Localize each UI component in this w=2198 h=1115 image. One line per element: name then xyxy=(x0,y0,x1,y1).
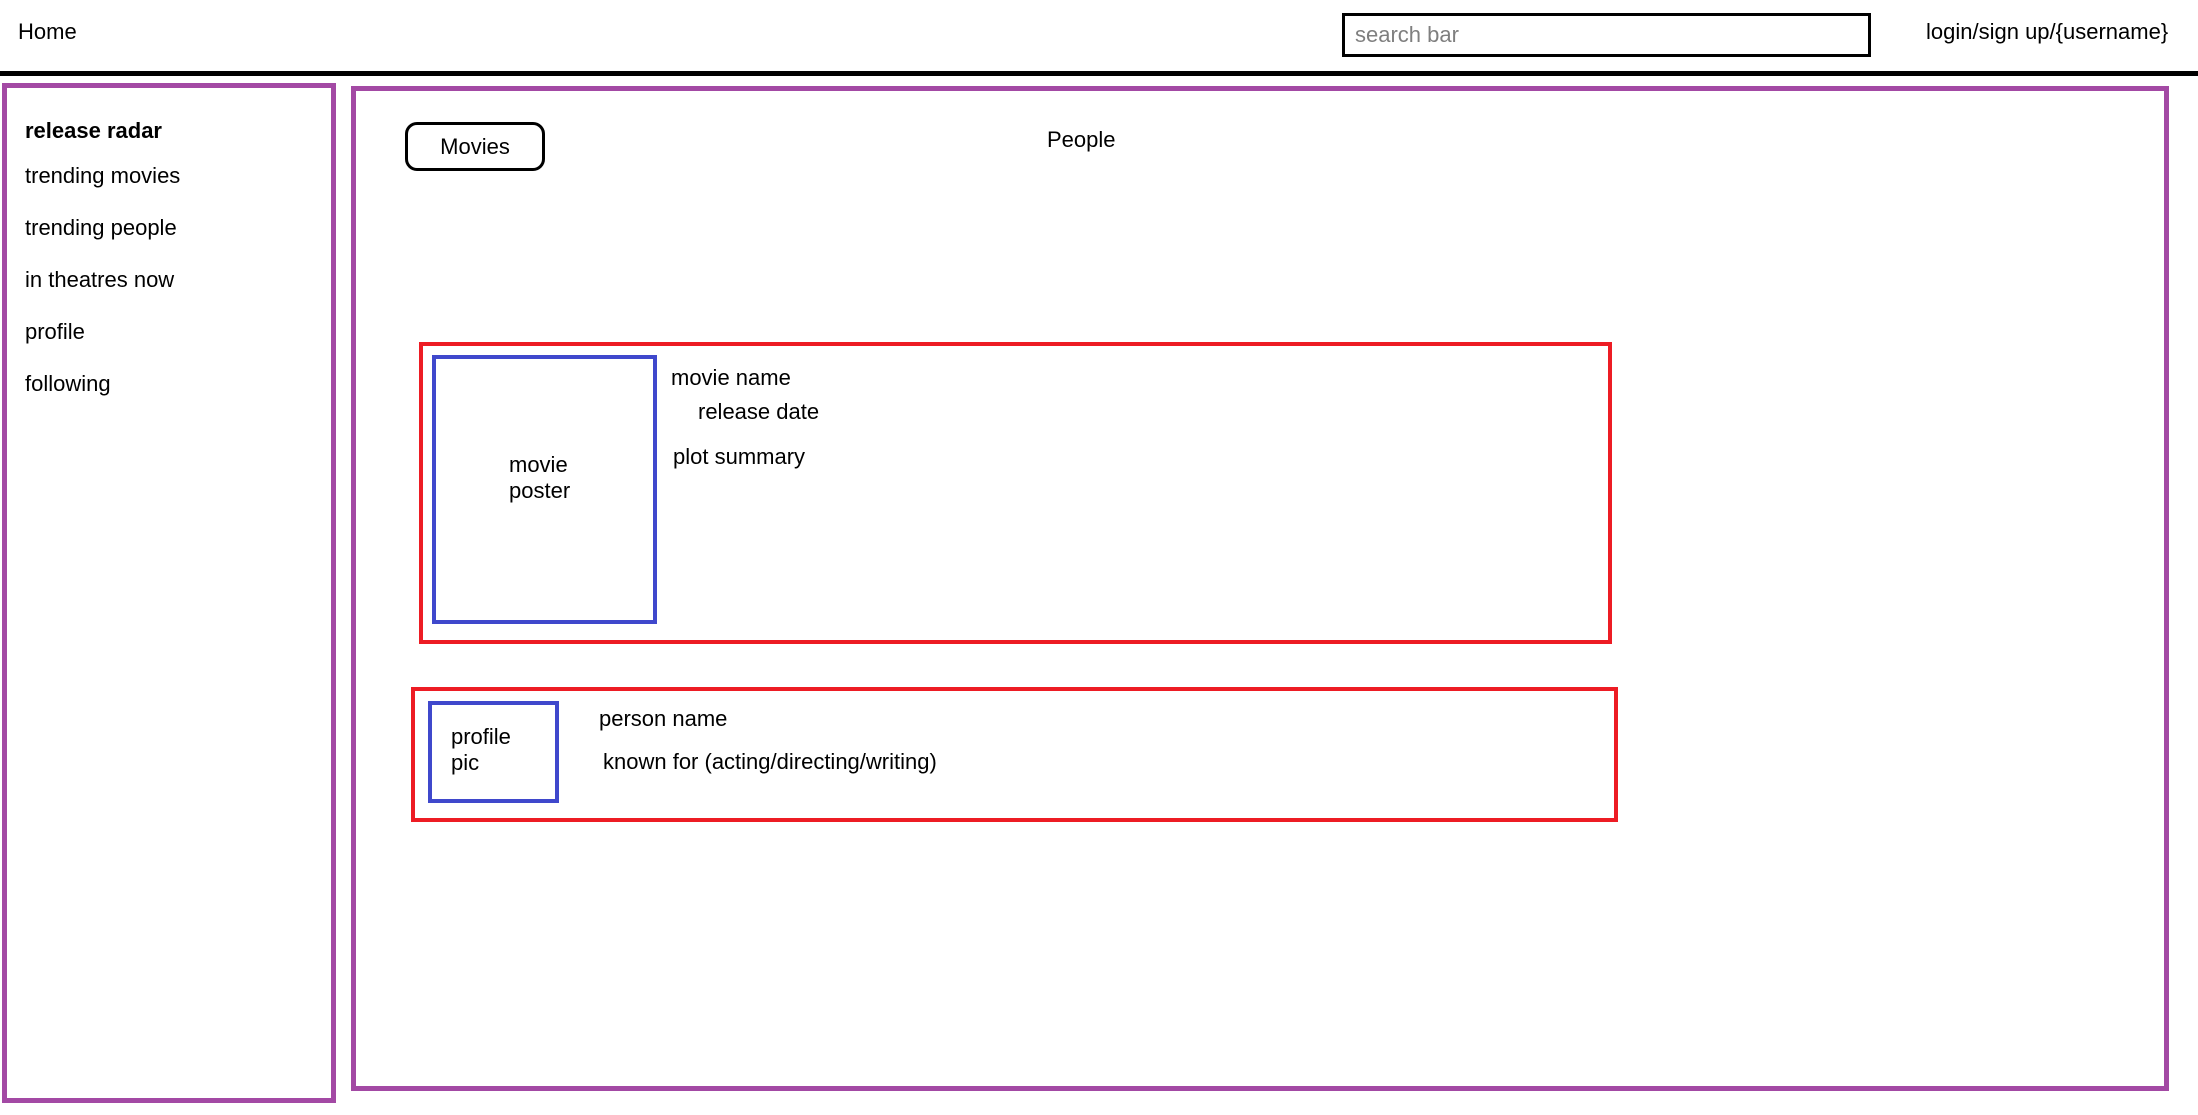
tab-movies[interactable]: Movies xyxy=(405,122,545,171)
sidebar-item-profile[interactable]: profile xyxy=(25,321,85,343)
movie-poster-label-2: poster xyxy=(509,478,571,503)
profile-pic xyxy=(428,701,559,803)
sidebar-item-release-radar[interactable]: release radar xyxy=(25,120,162,142)
movie-name: movie name xyxy=(671,365,791,390)
person-name: person name xyxy=(599,706,728,731)
sidebar-item-trending-movies[interactable]: trending movies xyxy=(25,165,180,187)
sidebar-item-trending-people[interactable]: trending people xyxy=(25,217,177,239)
tab-people[interactable]: People xyxy=(1047,129,1116,151)
search-input[interactable] xyxy=(1342,13,1871,57)
movie-plot-summary: plot summary xyxy=(673,444,806,469)
sidebar-item-following[interactable]: following xyxy=(25,373,111,395)
movie-poster-label-1: movie xyxy=(509,452,568,477)
account-link[interactable]: login/sign up/{username} xyxy=(1926,21,2168,43)
sidebar-item-in-theatres-now[interactable]: in theatres now xyxy=(25,269,174,291)
profile-pic-label-1: profile xyxy=(451,724,511,749)
home-link[interactable]: Home xyxy=(18,21,77,43)
person-known-for: known for (acting/directing/writing) xyxy=(603,749,937,774)
movie-release-date: release date xyxy=(698,399,820,424)
profile-pic-label-2: pic xyxy=(451,750,480,775)
header-divider xyxy=(0,71,2198,76)
person-card[interactable] xyxy=(411,687,1618,822)
tab-movies-label: Movies xyxy=(440,133,510,159)
